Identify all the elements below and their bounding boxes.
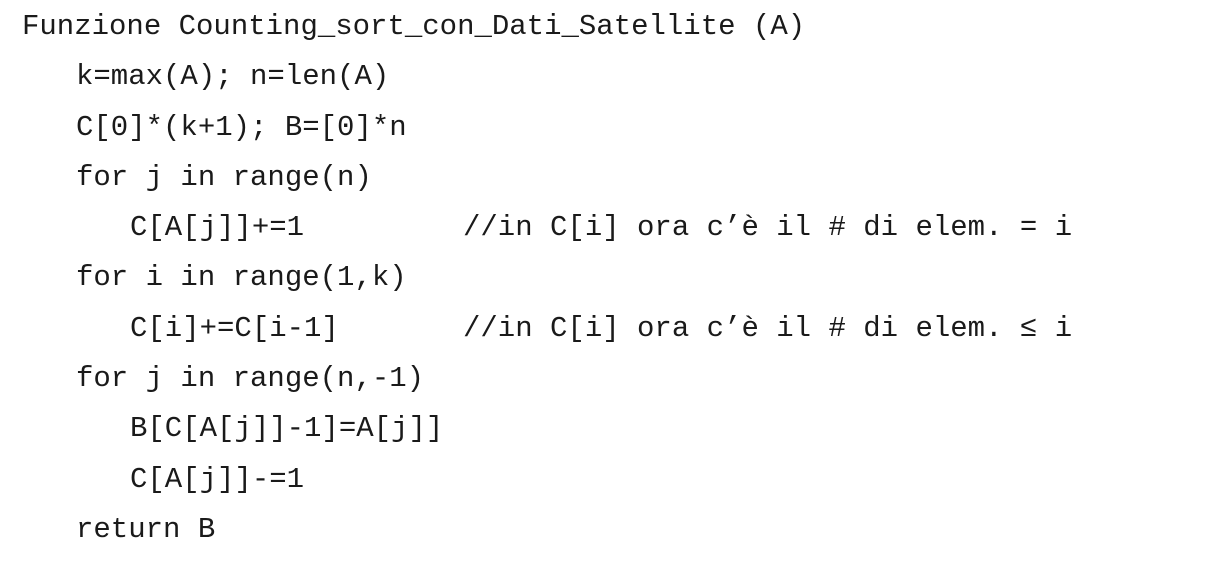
- code-line-6: C[i]+=C[i-1] //in C[i] ora c’è il # di el…: [22, 304, 1222, 354]
- pseudocode-block: Funzione Counting_sort_con_Dati_Satellit…: [22, 2, 1222, 555]
- code-line-3: for j in range(n): [22, 153, 1222, 203]
- code-line-10: return B: [22, 505, 1222, 555]
- function-signature: Funzione Counting_sort_con_Dati_Satellit…: [22, 10, 806, 43]
- code-line-7: for j in range(n,-1): [22, 354, 1222, 404]
- code-statement: return B: [76, 512, 216, 546]
- code-line-5: for i in range(1,k): [22, 253, 1222, 303]
- code-statement: k=max(A); n=len(A): [76, 60, 390, 94]
- code-statement: C[A[j]]+=1: [130, 211, 305, 245]
- code-statement: C[A[j]]-=1: [130, 462, 305, 496]
- code-line-2: C[0]*(k+1); B=[0]*n: [22, 103, 1222, 153]
- code-statement: for i in range(1,k): [76, 261, 407, 295]
- code-statement: for j in range(n): [76, 160, 372, 194]
- code-comment: //in C[i] ora c’è il # di elem. = i: [463, 211, 1073, 245]
- code-statement: C[0]*(k+1); B=[0]*n: [76, 110, 407, 144]
- code-line-8: B[C[A[j]]-1]=A[j]]: [22, 404, 1222, 454]
- code-line-9: C[A[j]]-=1: [22, 455, 1222, 505]
- code-statement: for j in range(n,-1): [76, 362, 425, 396]
- code-comment: //in C[i] ora c’è il # di elem. ≤ i: [463, 311, 1073, 345]
- code-line-1: k=max(A); n=len(A): [22, 52, 1222, 102]
- code-line-4: C[A[j]]+=1 //in C[i] ora c’è il # di elem…: [22, 203, 1222, 253]
- code-statement: B[C[A[j]]-1]=A[j]]: [130, 412, 444, 446]
- function-header: Funzione Counting_sort_con_Dati_Satellit…: [22, 2, 1222, 52]
- code-statement: C[i]+=C[i-1]: [130, 311, 339, 345]
